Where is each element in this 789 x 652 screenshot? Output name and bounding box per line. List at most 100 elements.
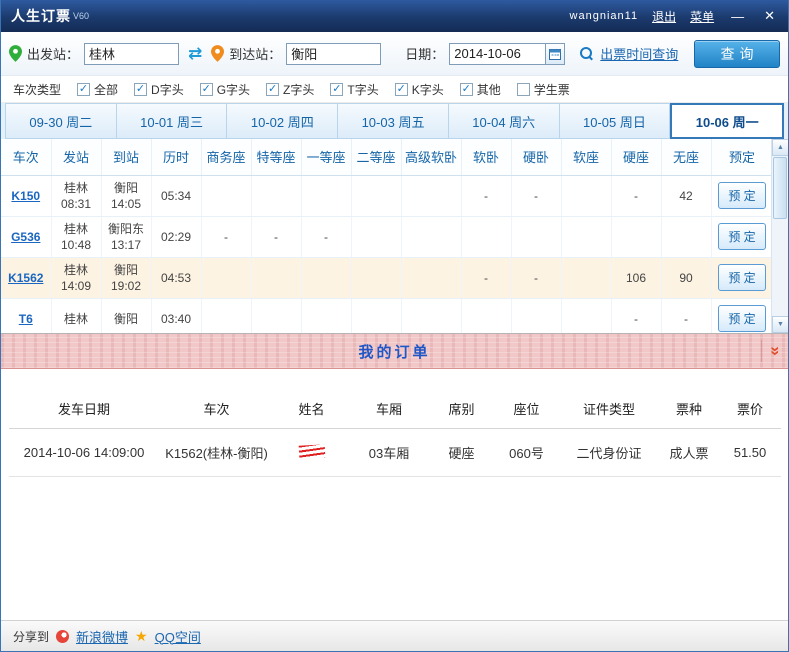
seat-cell-软卧: - bbox=[461, 175, 512, 217]
share-weibo-link[interactable]: 新浪微博 bbox=[76, 627, 128, 646]
seat-cell-硬卧: - bbox=[511, 257, 562, 299]
to-time: 19:02 bbox=[110, 278, 142, 293]
app-window: 人生订票 V60 wangnian11 退出 菜单 — ✕ 出发站： ⇄ 到达站… bbox=[0, 0, 789, 652]
column-header-无座: 无座 bbox=[661, 139, 712, 176]
calendar-icon[interactable] bbox=[545, 42, 566, 65]
seat-cell-软座 bbox=[561, 257, 612, 299]
qzone-icon: ★ bbox=[135, 628, 148, 644]
filter-option-label: Z字头 bbox=[283, 82, 315, 97]
order-column-车次: 车次 bbox=[159, 391, 274, 429]
date-tab-10-05[interactable]: 10-05 周日 bbox=[559, 103, 671, 139]
book-button-K150[interactable]: 预 定 bbox=[718, 182, 766, 209]
to-cell: 衡阳 19:02 bbox=[101, 257, 152, 299]
checkbox-icon[interactable]: ✓ bbox=[266, 82, 280, 96]
seat-cell-高级软卧 bbox=[401, 257, 462, 299]
train-link-T6[interactable]: T6 bbox=[19, 312, 33, 326]
seat-cell-软卧: - bbox=[461, 257, 512, 299]
date-tab-10-03[interactable]: 10-03 周五 bbox=[338, 103, 449, 139]
filter-option-T字头[interactable]: ✓ T字头 bbox=[330, 81, 379, 98]
date-tab-10-04[interactable]: 10-04 周六 bbox=[448, 103, 560, 139]
order-depart-datetime: 2014-10-06 14:09:00 bbox=[9, 428, 159, 477]
checkbox-icon[interactable]: ✓ bbox=[330, 82, 344, 96]
book-cell: 预 定 bbox=[711, 216, 774, 258]
logout-link[interactable]: 退出 bbox=[652, 8, 676, 25]
date-tab-09-30[interactable]: 09-30 周二 bbox=[5, 103, 117, 139]
date-input[interactable] bbox=[449, 42, 546, 65]
checkbox-icon[interactable]: ✓ bbox=[394, 82, 408, 96]
column-header-历时: 历时 bbox=[151, 139, 202, 176]
search-bar: 出发站： ⇄ 到达站： 日期： 出票时间查询 查询 bbox=[1, 32, 788, 76]
checkbox-icon[interactable]: ✓ bbox=[459, 82, 473, 96]
checkbox-icon[interactable]: ✓ bbox=[199, 82, 213, 96]
arrival-label: 到达站： bbox=[229, 47, 282, 62]
filter-option-其他[interactable]: ✓ 其他 bbox=[459, 81, 501, 98]
filter-option-Z字头[interactable]: ✓ Z字头 bbox=[266, 81, 314, 98]
checkbox-icon[interactable]: ✓ bbox=[77, 82, 91, 96]
checkbox-icon[interactable] bbox=[516, 82, 530, 96]
search-icon bbox=[580, 47, 593, 60]
seat-cell-特等座 bbox=[251, 257, 302, 299]
column-header-一等座: 一等座 bbox=[301, 139, 352, 176]
from-cell: 桂林 08:31 bbox=[51, 175, 102, 217]
seat-cell-硬卧 bbox=[511, 298, 562, 333]
title-bar: 人生订票 V60 wangnian11 退出 菜单 — ✕ bbox=[1, 0, 788, 32]
train-number-cell: G536 bbox=[1, 216, 52, 258]
expand-orders-button[interactable]: » bbox=[760, 340, 785, 362]
date-tab-10-01[interactable]: 10-01 周三 bbox=[116, 103, 228, 139]
to-station: 衡阳东 bbox=[107, 221, 144, 236]
filter-option-全部[interactable]: ✓ 全部 bbox=[77, 81, 118, 98]
book-button-G536[interactable]: 预 定 bbox=[718, 223, 766, 250]
departure-input[interactable] bbox=[84, 42, 180, 65]
duration-cell: 03:40 bbox=[151, 298, 202, 333]
from-station: 桂林 bbox=[63, 180, 88, 195]
order-name-redacted bbox=[298, 443, 325, 459]
seat-cell-硬卧: - bbox=[511, 175, 562, 217]
filter-option-K字头[interactable]: ✓ K字头 bbox=[394, 81, 444, 98]
app-version: V60 bbox=[73, 11, 90, 21]
train-link-G536[interactable]: G536 bbox=[11, 230, 40, 244]
minimize-button[interactable]: — bbox=[728, 9, 747, 24]
filter-option-label: 其他 bbox=[476, 82, 501, 97]
date-tab-10-06[interactable]: 10-06 周一 bbox=[670, 103, 785, 139]
train-table-header: 车次 发站 到站 历时 商务座 特等座 一等座 二等座 高级软卧 软卧 硬卧 软座 硬座 无座 预定 bbox=[1, 139, 774, 176]
menu-link[interactable]: 菜单 bbox=[690, 8, 714, 25]
seat-cell-软座 bbox=[561, 216, 612, 258]
seat-cell-高级软卧 bbox=[401, 175, 462, 217]
filter-option-G字头[interactable]: ✓ G字头 bbox=[199, 81, 251, 98]
seat-cell-商务座 bbox=[201, 298, 252, 333]
query-button[interactable]: 查询 bbox=[694, 39, 780, 68]
filter-option-label: G字头 bbox=[216, 82, 251, 97]
scrollbar[interactable]: ▲ ▼ bbox=[771, 139, 788, 333]
train-link-K1562[interactable]: K1562 bbox=[8, 271, 43, 285]
weibo-icon bbox=[56, 629, 70, 643]
order-column-席别: 席别 bbox=[429, 391, 494, 429]
scroll-down-icon[interactable]: ▼ bbox=[772, 316, 788, 333]
arrival-input[interactable] bbox=[286, 42, 382, 65]
filter-option-label: D字头 bbox=[151, 82, 184, 97]
from-station: 桂林 bbox=[63, 221, 88, 236]
date-tab-10-02[interactable]: 10-02 周四 bbox=[227, 103, 339, 139]
train-table: 车次 发站 到站 历时 商务座 特等座 一等座 二等座 高级软卧 软卧 硬卧 软座 硬座 无座 预定 K15… bbox=[1, 139, 774, 333]
departure-label: 出发站： bbox=[27, 47, 80, 62]
book-cell: 预 定 bbox=[711, 175, 774, 217]
seat-cell-商务座: - bbox=[201, 216, 252, 258]
filter-option-D字头[interactable]: ✓ D字头 bbox=[134, 81, 184, 98]
book-button-K1562[interactable]: 预 定 bbox=[718, 264, 766, 291]
departure-pin-icon bbox=[9, 45, 22, 62]
date-label: 日期： bbox=[405, 47, 445, 62]
share-qzone-link[interactable]: QQ空间 bbox=[155, 627, 201, 646]
username-label: wangnian11 bbox=[569, 10, 639, 22]
swap-stations-icon[interactable]: ⇄ bbox=[184, 44, 206, 64]
orders-table: 发车日期 车次 姓名 车厢 席别 座位 证件类型 票种 票价 2014-10-06 14:09:… bbox=[9, 391, 781, 477]
scrollbar-thumb[interactable] bbox=[773, 157, 787, 219]
from-station: 桂林 bbox=[63, 262, 88, 277]
book-button-T6[interactable]: 预 定 bbox=[718, 305, 766, 332]
filter-option-label: T字头 bbox=[347, 82, 379, 97]
filter-option-学生票[interactable]: 学生票 bbox=[516, 81, 570, 98]
checkbox-icon[interactable]: ✓ bbox=[134, 82, 148, 96]
ticket-time-query-link[interactable]: 出票时间查询 bbox=[600, 44, 678, 63]
scroll-up-icon[interactable]: ▲ bbox=[772, 139, 788, 156]
close-button[interactable]: ✕ bbox=[761, 8, 778, 24]
train-link-K150[interactable]: K150 bbox=[11, 189, 40, 203]
column-header-特等座: 特等座 bbox=[251, 139, 302, 176]
